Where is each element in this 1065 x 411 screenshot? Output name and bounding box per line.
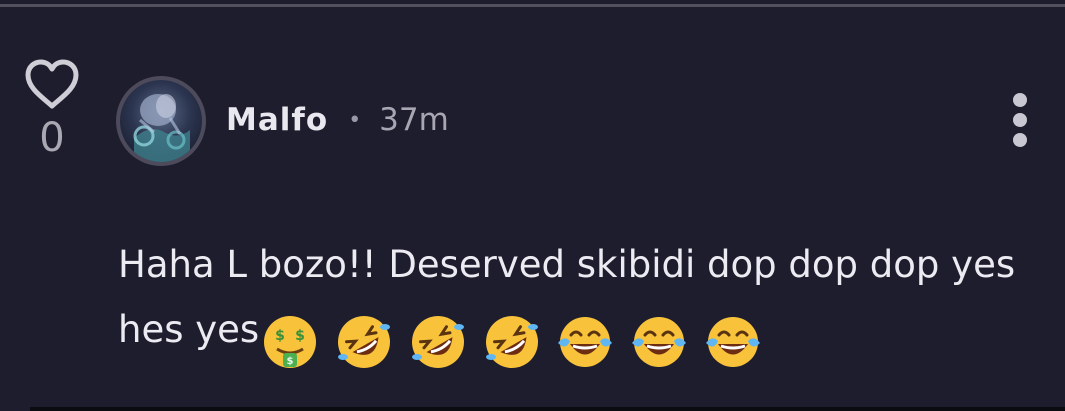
more-options-button[interactable] bbox=[1004, 90, 1036, 150]
svg-text:$: $ bbox=[287, 356, 294, 367]
like-count: 0 bbox=[39, 115, 65, 161]
top-divider bbox=[0, 4, 1065, 7]
avatar[interactable] bbox=[116, 76, 206, 166]
face-with-tears-of-joy-icon bbox=[632, 316, 687, 367]
svg-text:$: $ bbox=[275, 328, 285, 344]
rolling-on-floor-laughing-icon bbox=[411, 315, 464, 368]
rolling-on-floor-laughing-icon bbox=[337, 315, 390, 368]
vertical-ellipsis-icon bbox=[1013, 93, 1027, 147]
heart-outline-icon[interactable] bbox=[22, 58, 82, 110]
timestamp: 37m bbox=[379, 102, 449, 138]
comment-body: Haha L bozo!! Deserved skibidi dop dop d… bbox=[118, 232, 1018, 372]
money-mouth-face-icon: $ $ $ bbox=[264, 315, 317, 368]
meta-separator: • bbox=[348, 107, 362, 133]
emoji-row: $ $ $ bbox=[261, 307, 766, 372]
face-with-tears-of-joy-icon bbox=[705, 316, 760, 367]
bottom-divider bbox=[30, 407, 1065, 411]
face-with-tears-of-joy-icon bbox=[558, 316, 613, 367]
comment-meta: Malfo • 37m bbox=[226, 98, 449, 142]
like-section: 0 bbox=[22, 58, 82, 160]
username[interactable]: Malfo bbox=[226, 102, 328, 138]
avatar-image bbox=[120, 80, 202, 162]
rolling-on-floor-laughing-icon bbox=[485, 315, 538, 368]
svg-text:$: $ bbox=[295, 328, 305, 344]
